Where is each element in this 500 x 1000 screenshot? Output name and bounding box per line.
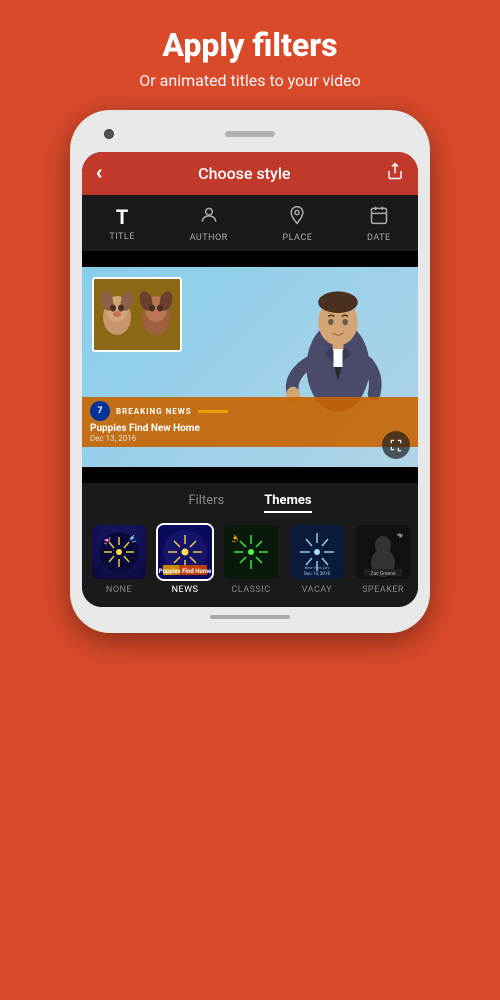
phone-screen: ‹ Choose style T TITLE <box>82 152 418 607</box>
back-button[interactable]: ‹ <box>96 162 103 185</box>
tab-title[interactable]: T TITLE <box>109 205 135 243</box>
tab-author[interactable]: AUTHOR <box>190 205 228 243</box>
theme-classic-label: CLASSIC <box>231 585 270 595</box>
puppy-right <box>139 287 174 342</box>
svg-text:New York City: New York City <box>305 565 330 570</box>
news-ticker: 7 BREAKING NEWS Puppies Find New Home De… <box>82 397 418 447</box>
phone-speaker <box>225 131 275 137</box>
theme-speaker-label: SPEAKER <box>362 585 404 595</box>
classic-theme-svg <box>224 525 278 579</box>
theme-vacay-bg: Dec 14, 2016 New York City <box>290 525 344 579</box>
spacer-top <box>82 251 418 267</box>
ticker-divider <box>198 410 228 413</box>
theme-vacay-thumbnail: Dec 14, 2016 New York City <box>288 523 346 581</box>
phone-bottom-bar <box>82 615 418 619</box>
theme-none-thumbnail <box>90 523 148 581</box>
theme-none[interactable]: NONE <box>90 523 148 595</box>
channel-logo: 7 <box>90 401 110 421</box>
theme-news-bg: Puppies Find Home <box>158 525 212 579</box>
ticker-top: 7 BREAKING NEWS <box>90 401 410 421</box>
puppy-left <box>100 287 135 342</box>
svg-text:Dec 14, 2016: Dec 14, 2016 <box>304 571 330 577</box>
sub-title: Or animated titles to your video <box>20 71 480 90</box>
date-label: DATE <box>367 233 391 243</box>
theme-speaker[interactable]: Zac Greene SPEAKER <box>354 523 412 595</box>
phone-outer: ‹ Choose style T TITLE <box>70 110 430 633</box>
filter-tabs: Filters Themes <box>82 493 418 513</box>
video-background: 7 BREAKING NEWS Puppies Find New Home De… <box>82 267 418 467</box>
author-icon <box>199 205 219 230</box>
tab-place[interactable]: PLACE <box>282 205 312 243</box>
title-icon: T <box>116 205 128 229</box>
theme-vacay[interactable]: Dec 14, 2016 New York City VACAY <box>288 523 346 595</box>
share-button[interactable] <box>386 162 404 185</box>
speaker-theme-svg: Zac Greene <box>356 525 410 579</box>
theme-speaker-thumbnail: Zac Greene <box>354 523 412 581</box>
video-area: 7 BREAKING NEWS Puppies Find New Home De… <box>82 267 418 467</box>
ticker-headline: Puppies Find New Home <box>90 423 410 434</box>
phone-wrapper: ‹ Choose style T TITLE <box>65 110 435 633</box>
theme-vacay-label: VACAY <box>302 585 332 595</box>
vacay-theme-svg: Dec 14, 2016 New York City <box>290 525 344 579</box>
news-theme-svg: Puppies Find Home <box>158 525 212 579</box>
tab-filters[interactable]: Filters <box>188 493 224 513</box>
theme-speaker-bg: Zac Greene <box>356 525 410 579</box>
date-icon <box>369 205 389 230</box>
theme-items-list: NONE <box>82 523 418 595</box>
tab-date[interactable]: DATE <box>367 205 391 243</box>
main-title: Apply filters <box>20 28 480 63</box>
breaking-news-label: BREAKING NEWS <box>116 407 192 416</box>
svg-text:Puppies Find Home: Puppies Find Home <box>159 568 212 575</box>
tab-themes[interactable]: Themes <box>264 493 311 513</box>
place-icon <box>287 205 307 230</box>
header-section: Apply filters Or animated titles to your… <box>0 0 500 110</box>
ticker-date: Dec 13, 2016 <box>90 434 410 443</box>
theme-none-bg <box>92 525 146 579</box>
author-label: AUTHOR <box>190 233 228 243</box>
theme-classic-thumbnail <box>222 523 280 581</box>
svg-text:Zac Greene: Zac Greene <box>370 571 396 577</box>
fireworks-svg <box>94 527 144 577</box>
category-tabs: T TITLE AUTHOR <box>82 195 418 251</box>
theme-none-label: NONE <box>106 585 132 595</box>
fullscreen-icon <box>389 438 403 452</box>
camera-icon <box>104 129 114 139</box>
theme-news[interactable]: Puppies Find Home NEWS <box>156 523 214 595</box>
app-bar: ‹ Choose style <box>82 152 418 195</box>
phone-top-bar <box>82 124 418 144</box>
theme-news-thumbnail: Puppies Find Home <box>156 523 214 581</box>
inset-puppies-box <box>92 277 182 352</box>
place-label: PLACE <box>282 233 312 243</box>
fullscreen-button[interactable] <box>382 431 410 459</box>
spacer-bottom <box>82 467 418 483</box>
title-label: TITLE <box>109 232 135 242</box>
theme-news-label: NEWS <box>172 585 199 595</box>
theme-classic[interactable]: CLASSIC <box>222 523 280 595</box>
home-indicator <box>210 615 290 619</box>
puppies-bg <box>94 279 180 350</box>
theme-classic-bg <box>224 525 278 579</box>
bottom-section: Filters Themes <box>82 483 418 607</box>
appbar-title: Choose style <box>198 164 290 183</box>
share-icon <box>386 162 404 180</box>
